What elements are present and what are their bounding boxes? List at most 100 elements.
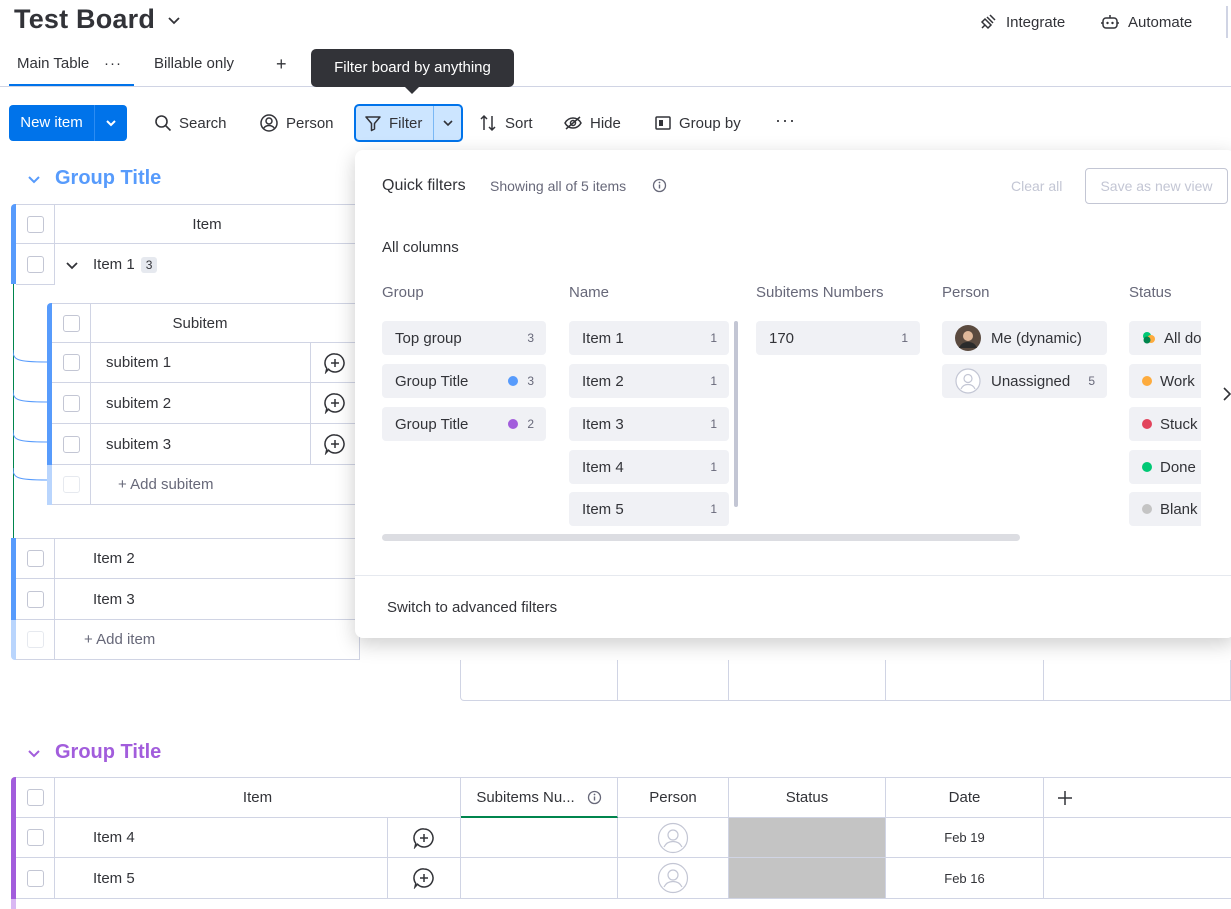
table-row-item1[interactable]: Item 1 3 xyxy=(55,244,360,285)
item2-name: Item 2 xyxy=(93,550,135,567)
pill-label: 170 xyxy=(769,329,795,347)
new-item-chevron-icon[interactable] xyxy=(95,116,127,130)
subitem3-update-cell[interactable] xyxy=(311,424,360,465)
filter-name-item4[interactable]: Item 4 1 xyxy=(569,450,729,484)
subitem1-update-cell[interactable] xyxy=(311,343,360,383)
filter-name-item2[interactable]: Item 2 1 xyxy=(569,364,729,398)
filter-person-unassigned[interactable]: Unassigned 5 xyxy=(942,364,1107,398)
group2-header-subitems[interactable]: Subitems Nu... xyxy=(461,777,618,818)
add-column-plus-icon[interactable] xyxy=(1056,789,1074,807)
filter-subitems-170[interactable]: 170 1 xyxy=(756,321,920,355)
item1-name: Item 1 xyxy=(93,256,135,273)
scroll-right-chevron-icon[interactable] xyxy=(1221,386,1231,402)
clear-all-button[interactable]: Clear all xyxy=(1011,178,1062,194)
search-button[interactable]: Search xyxy=(154,105,227,141)
filter-status-working[interactable]: Work xyxy=(1129,364,1201,398)
filter-name-item5[interactable]: Item 5 1 xyxy=(569,492,729,526)
person-filter-button[interactable]: Person xyxy=(259,105,334,141)
item1-checkbox[interactable] xyxy=(26,255,44,273)
tooltip-arrow xyxy=(404,86,420,94)
name-list-scrollbar[interactable] xyxy=(734,321,738,507)
group2-title[interactable]: Group Title xyxy=(27,741,161,764)
item2-checkbox[interactable] xyxy=(26,550,44,567)
info-icon[interactable] xyxy=(652,178,667,193)
add-view-plus-icon[interactable]: + xyxy=(276,54,287,75)
item4-checkbox[interactable] xyxy=(26,829,44,846)
filter-group-group-title-purple[interactable]: Group Title 2 xyxy=(382,407,546,441)
integrate-button[interactable]: Integrate xyxy=(978,11,1065,33)
more-options-icon[interactable]: ··· xyxy=(775,111,796,129)
item5-update-cell[interactable] xyxy=(388,858,461,899)
item5-checkbox[interactable] xyxy=(26,869,44,887)
subitem1-checkbox[interactable] xyxy=(62,354,80,371)
horizontal-scrollbar[interactable] xyxy=(382,534,1020,541)
item4-empty-cell xyxy=(1044,818,1231,858)
column-title-group: Group xyxy=(382,284,424,301)
item4-update-cell[interactable] xyxy=(388,818,461,858)
tab-billable-only[interactable]: Billable only xyxy=(154,55,234,72)
add-column-cell[interactable] xyxy=(1044,777,1231,818)
group-by-button[interactable]: Group by xyxy=(654,105,741,141)
subitem-row-1[interactable]: subitem 1 xyxy=(91,343,311,383)
sort-button[interactable]: Sort xyxy=(478,105,533,141)
item4-date-cell[interactable]: Feb 19 xyxy=(886,818,1044,858)
group1-title-text: Group Title xyxy=(55,167,162,189)
integrate-label: Integrate xyxy=(1006,13,1066,31)
item3-checkbox[interactable] xyxy=(26,590,44,608)
board-title[interactable]: Test Board xyxy=(14,4,155,35)
item5-subitems-cell[interactable] xyxy=(461,858,618,899)
header-divider xyxy=(1226,6,1228,38)
pill-label: All do xyxy=(1164,329,1201,347)
item5-status-cell[interactable] xyxy=(729,858,886,899)
filter-status-all[interactable]: All do xyxy=(1129,321,1201,355)
automate-button[interactable]: Automate xyxy=(1100,11,1192,33)
subitem-row-3[interactable]: subitem 3 xyxy=(91,424,311,465)
group2-collapse-chevron-icon[interactable] xyxy=(27,746,41,760)
quick-filters-panel: Quick filters Showing all of 5 items Cle… xyxy=(355,150,1231,638)
new-item-button[interactable]: New item xyxy=(9,105,127,141)
filter-chevron-icon[interactable] xyxy=(434,117,461,129)
group2-header-status-label: Status xyxy=(785,789,829,806)
table-row-item5[interactable]: Item 5 xyxy=(55,858,388,899)
table-row-item4[interactable]: Item 4 xyxy=(55,818,388,858)
filter-group-top-group[interactable]: Top group 3 xyxy=(382,321,546,355)
item4-subitems-cell[interactable] xyxy=(461,818,618,858)
filter-group-group-title-blue[interactable]: Group Title 3 xyxy=(382,364,546,398)
add-subitem-label: + Add subitem xyxy=(118,476,214,493)
subitem2-checkbox[interactable] xyxy=(62,394,80,412)
filter-status-done[interactable]: Done xyxy=(1129,450,1201,484)
switch-to-advanced-filters-link[interactable]: Switch to advanced filters xyxy=(387,599,557,616)
item4-person-cell[interactable] xyxy=(618,818,729,858)
hide-button[interactable]: Hide xyxy=(563,105,621,141)
subitem2-name: subitem 2 xyxy=(106,394,172,412)
info-icon[interactable] xyxy=(587,790,602,805)
group1-select-all-checkbox[interactable] xyxy=(26,215,44,233)
board-title-chevron-icon[interactable] xyxy=(166,13,182,29)
subitem-row-2[interactable]: subitem 2 xyxy=(91,383,311,424)
save-as-new-view-button[interactable]: Save as new view xyxy=(1085,168,1228,204)
tab-more-icon[interactable]: ··· xyxy=(104,55,122,72)
item1-expand-chevron-icon[interactable] xyxy=(65,258,79,272)
subitem-select-all-checkbox[interactable] xyxy=(62,314,80,332)
item5-date-cell[interactable]: Feb 16 xyxy=(886,858,1044,899)
item5-person-cell[interactable] xyxy=(618,858,729,899)
filter-person-me[interactable]: Me (dynamic) xyxy=(942,321,1107,355)
item3-checkbox-cell xyxy=(16,579,55,620)
filter-name-item3[interactable]: Item 3 1 xyxy=(569,407,729,441)
filter-button[interactable]: Filter xyxy=(354,104,463,142)
group1-title[interactable]: Group Title xyxy=(27,167,161,190)
subitem2-update-cell[interactable] xyxy=(311,383,360,424)
add-subitem-row[interactable]: + Add subitem xyxy=(91,465,360,505)
group2-select-all-checkbox[interactable] xyxy=(26,789,44,806)
filter-status-stuck[interactable]: Stuck xyxy=(1129,407,1201,441)
item4-status-cell[interactable] xyxy=(729,818,886,858)
subitem3-checkbox[interactable] xyxy=(62,435,80,453)
table-row-item2[interactable]: Item 2 xyxy=(55,538,360,579)
add-item-row[interactable]: + Add item xyxy=(55,620,360,660)
tab-main-table[interactable]: Main Table xyxy=(17,55,89,72)
filter-name-item1[interactable]: Item 1 1 xyxy=(569,321,729,355)
filter-status-blank[interactable]: Blank xyxy=(1129,492,1201,526)
table-row-item3[interactable]: Item 3 xyxy=(55,579,360,620)
filter-main[interactable]: Filter xyxy=(356,106,434,140)
group1-collapse-chevron-icon[interactable] xyxy=(27,172,41,186)
